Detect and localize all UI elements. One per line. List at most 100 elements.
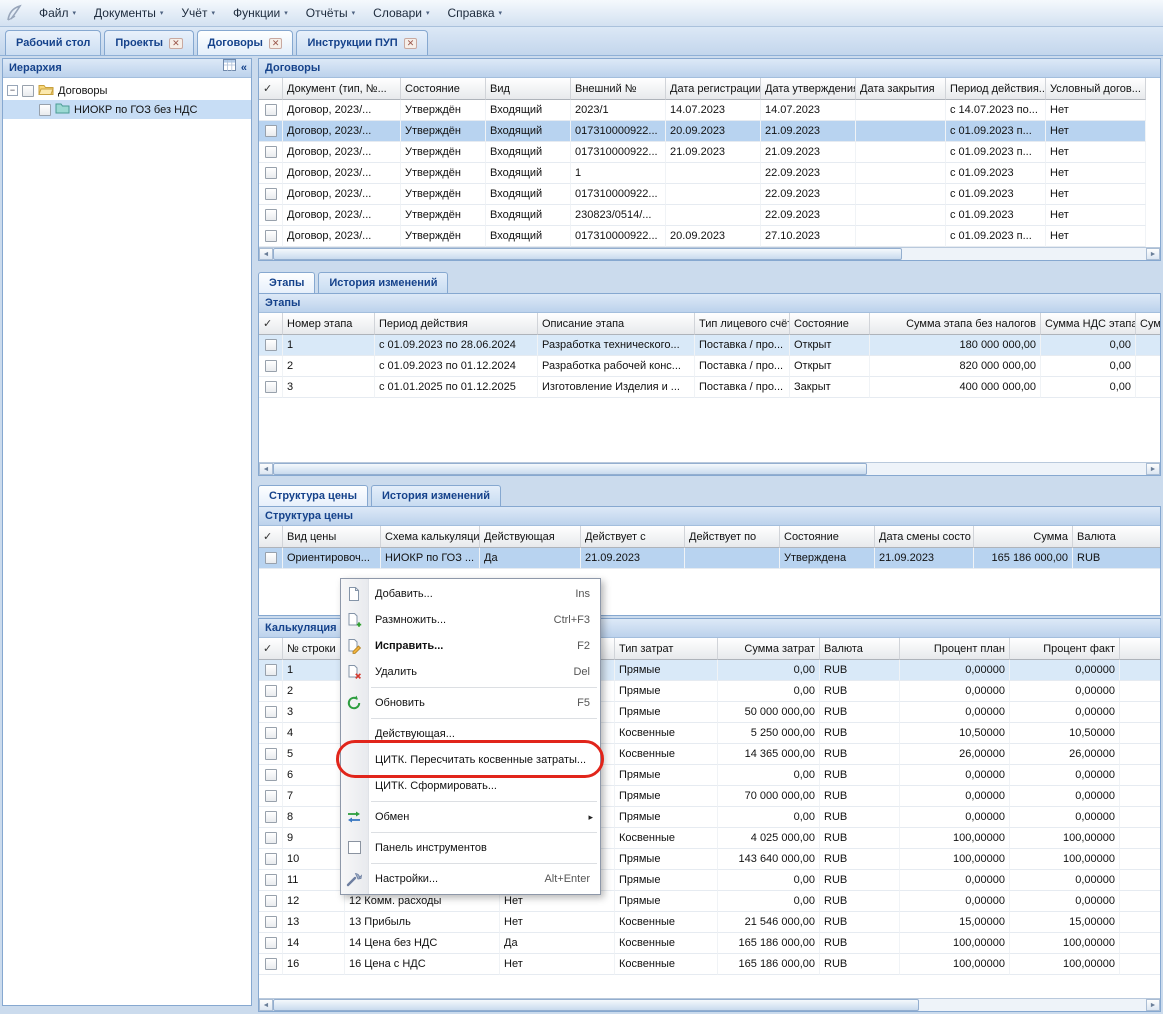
row-checkbox[interactable] — [265, 937, 277, 949]
column-header[interactable]: Валюта — [1073, 526, 1160, 548]
table-row[interactable]: Договор, 2023/...УтверждёнВходящий2023/1… — [259, 100, 1146, 121]
row-checkbox[interactable] — [265, 790, 277, 802]
tab-instructions-pup[interactable]: Инструкции ПУП✕ — [296, 30, 428, 55]
column-header[interactable]: Дата регистрации — [666, 78, 761, 100]
scroll-left-icon[interactable]: ◄ — [259, 999, 273, 1011]
column-header[interactable]: № строки — [283, 638, 345, 660]
menu-item-exchange[interactable]: Обмен ▸ — [341, 804, 600, 830]
scroll-right-icon[interactable]: ► — [1146, 248, 1160, 260]
menu-item-delete[interactable]: Удалить Del — [341, 659, 600, 685]
column-header[interactable]: Тип лицевого счёт — [695, 313, 790, 335]
row-checkbox[interactable] — [265, 167, 277, 179]
scroll-right-icon[interactable]: ► — [1146, 999, 1160, 1011]
column-header[interactable]: Состояние — [790, 313, 870, 335]
column-header[interactable]: Документ (тип, №... — [283, 78, 401, 100]
row-checkbox[interactable] — [265, 381, 277, 393]
column-header[interactable]: Действующая — [480, 526, 581, 548]
column-header[interactable]: ✓ — [259, 313, 283, 335]
table-row[interactable]: 1414 Цена без НДСДаКосвенные165 186 000,… — [259, 933, 1160, 954]
table-row[interactable]: 1с 01.09.2023 по 28.06.2024Разработка те… — [259, 335, 1160, 356]
tab-stages-history[interactable]: История изменений — [318, 272, 448, 293]
horizontal-scrollbar[interactable]: ◄ ► — [259, 462, 1160, 475]
tab-price-history[interactable]: История изменений — [371, 485, 501, 506]
scrollbar-thumb[interactable] — [273, 248, 902, 260]
table-row[interactable]: Договор, 2023/...УтверждёнВходящий017310… — [259, 121, 1146, 142]
column-header[interactable]: Сумма этапа без налогов — [870, 313, 1041, 335]
tab-price-structure[interactable]: Структура цены — [258, 485, 368, 506]
collapse-node-icon[interactable]: − — [7, 85, 18, 96]
menu-reports[interactable]: Отчёты▾ — [297, 2, 364, 24]
column-header[interactable]: ✓ — [259, 638, 283, 660]
horizontal-scrollbar[interactable]: ◄ ► — [259, 998, 1160, 1011]
column-header[interactable]: Сумма НДС этапа — [1041, 313, 1136, 335]
row-checkbox[interactable] — [265, 188, 277, 200]
column-header[interactable]: Валюта — [820, 638, 900, 660]
tab-stages[interactable]: Этапы — [258, 272, 315, 293]
column-header[interactable]: Описание этапа — [538, 313, 695, 335]
column-header[interactable]: Внешний № — [571, 78, 666, 100]
table-row[interactable]: Договор, 2023/...УтверждёнВходящий017310… — [259, 142, 1146, 163]
column-header[interactable]: Дата закрытия — [856, 78, 946, 100]
menu-item-refresh[interactable]: Обновить F5 — [341, 690, 600, 716]
row-checkbox[interactable] — [265, 209, 277, 221]
tree-node-niokr[interactable]: НИОКР по ГОЗ без НДС — [3, 100, 251, 119]
menu-item-toolbar-toggle[interactable]: Панель инструментов — [341, 835, 600, 861]
column-header[interactable]: Состояние — [780, 526, 875, 548]
tab-contracts[interactable]: Договоры✕ — [197, 30, 294, 55]
column-header[interactable]: Действует по — [685, 526, 780, 548]
menu-accounting[interactable]: Учёт▾ — [172, 2, 224, 24]
scroll-left-icon[interactable]: ◄ — [259, 248, 273, 260]
column-header[interactable]: Условный догов... — [1046, 78, 1146, 100]
column-header[interactable]: Состояние — [401, 78, 486, 100]
column-header[interactable]: Период действия — [375, 313, 538, 335]
table-row[interactable]: 1313 ПрибыльНетКосвенные21 546 000,00RUB… — [259, 912, 1160, 933]
column-header[interactable]: Тип затрат — [615, 638, 718, 660]
scroll-right-icon[interactable]: ► — [1146, 463, 1160, 475]
row-checkbox[interactable] — [265, 339, 277, 351]
column-header[interactable]: Процент факт — [1010, 638, 1120, 660]
column-header[interactable]: Вид — [486, 78, 571, 100]
row-checkbox[interactable] — [265, 853, 277, 865]
menu-dictionaries[interactable]: Словари▾ — [364, 2, 438, 24]
column-header[interactable]: Действует с — [581, 526, 685, 548]
close-icon[interactable]: ✕ — [269, 38, 283, 49]
menu-help[interactable]: Справка▾ — [438, 2, 511, 24]
menu-item-add[interactable]: Добавить... Ins — [341, 581, 600, 607]
row-checkbox[interactable] — [265, 104, 277, 116]
column-header[interactable]: Сум... — [1136, 313, 1160, 335]
menu-item-current[interactable]: Действующая... — [341, 721, 600, 747]
close-icon[interactable]: ✕ — [169, 38, 183, 49]
row-checkbox[interactable] — [265, 664, 277, 676]
row-checkbox[interactable] — [265, 748, 277, 760]
menu-item-settings[interactable]: Настройки... Alt+Enter — [341, 866, 600, 892]
menu-file[interactable]: Файл▾ — [30, 2, 85, 24]
menu-item-citk-generate[interactable]: ЦИТК. Сформировать... — [341, 773, 600, 799]
column-header[interactable]: Сумма затрат — [718, 638, 820, 660]
row-checkbox[interactable] — [265, 769, 277, 781]
checkbox-icon[interactable] — [348, 841, 361, 854]
column-header[interactable] — [1120, 638, 1160, 660]
row-checkbox[interactable] — [265, 811, 277, 823]
table-row[interactable]: Договор, 2023/...УтверждёнВходящий122.09… — [259, 163, 1146, 184]
column-header[interactable]: ✓ — [259, 78, 283, 100]
horizontal-scrollbar[interactable]: ◄ ► — [259, 247, 1160, 260]
row-checkbox[interactable] — [265, 552, 277, 564]
menu-functions[interactable]: Функции▾ — [224, 2, 297, 24]
table-row[interactable]: Договор, 2023/...УтверждёнВходящий017310… — [259, 226, 1146, 247]
table-row[interactable]: Договор, 2023/...УтверждёнВходящий230823… — [259, 205, 1146, 226]
column-header[interactable]: ✓ — [259, 526, 283, 548]
row-checkbox[interactable] — [265, 874, 277, 886]
column-header[interactable]: Период действия... — [946, 78, 1046, 100]
row-checkbox[interactable] — [265, 360, 277, 372]
row-checkbox[interactable] — [265, 832, 277, 844]
row-checkbox[interactable] — [265, 125, 277, 137]
tree-checkbox[interactable] — [22, 85, 34, 97]
menu-documents[interactable]: Документы▾ — [85, 2, 172, 24]
menu-item-edit[interactable]: Исправить... F2 — [341, 633, 600, 659]
column-header[interactable]: Номер этапа — [283, 313, 375, 335]
row-checkbox[interactable] — [265, 895, 277, 907]
row-checkbox[interactable] — [265, 916, 277, 928]
table-row[interactable]: Договор, 2023/...УтверждёнВходящий017310… — [259, 184, 1146, 205]
scrollbar-thumb[interactable] — [273, 463, 867, 475]
menu-item-citk-recalculate[interactable]: ЦИТК. Пересчитать косвенные затраты... — [341, 747, 600, 773]
